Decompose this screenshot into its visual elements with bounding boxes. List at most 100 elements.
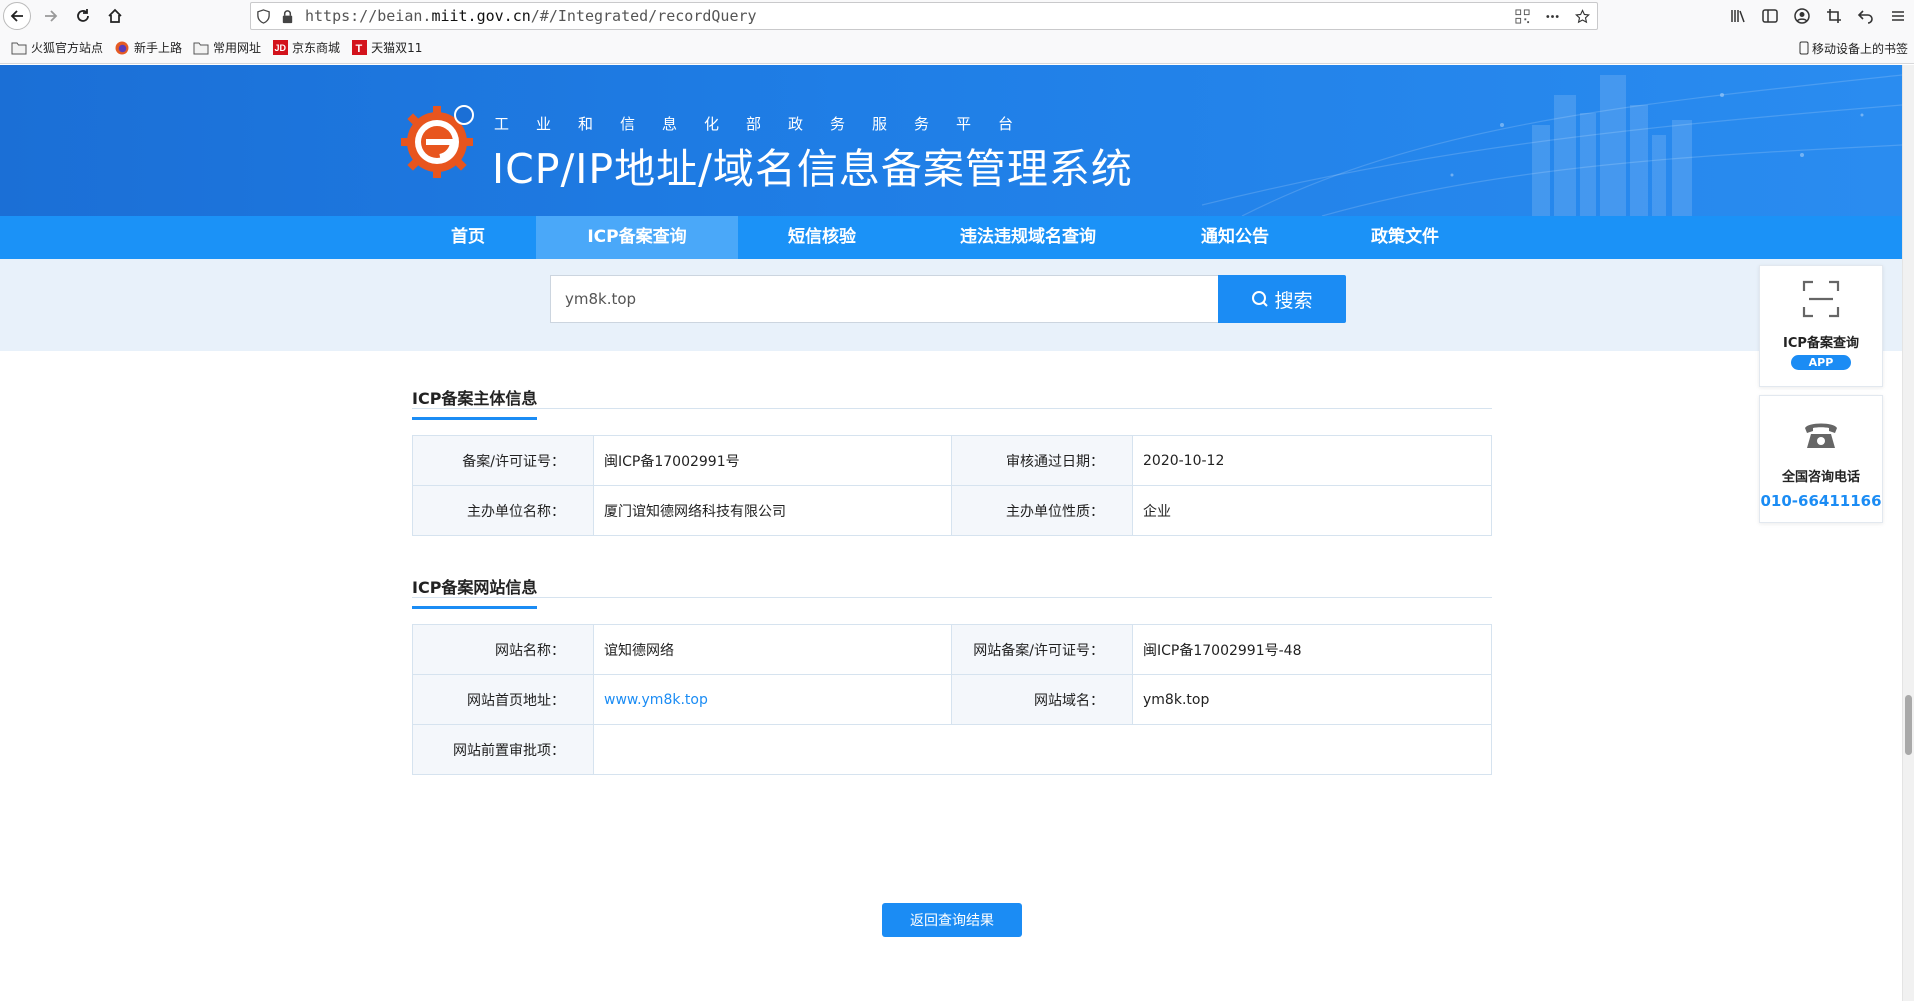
arrow-right-icon <box>45 10 58 22</box>
result-content: ICP备案主体信息 备案/许可证号： 闽ICP备17002991号 审核通过日期… <box>412 351 1492 775</box>
org-name-value: 厦门谊知德网络科技有限公司 <box>593 485 952 536</box>
approval-date-label: 审核通过日期： <box>951 435 1133 486</box>
hotline-number: 010-66411166 <box>1760 492 1882 510</box>
url-text[interactable]: https://beian.miit.gov.cn/#/Integrated/r… <box>305 7 757 25</box>
table-row: 网站首页地址： www.ym8k.top 网站域名： ym8k.top <box>412 674 1492 725</box>
subject-info-table: 备案/许可证号： 闽ICP备17002991号 审核通过日期： 2020-10-… <box>412 435 1492 536</box>
scrollbar-thumb[interactable] <box>1905 695 1912 755</box>
approval-date-value: 2020-10-12 <box>1132 435 1492 486</box>
svg-text:T: T <box>355 43 362 55</box>
back-to-results-button[interactable]: 返回查询结果 <box>882 903 1022 937</box>
app-card-title: ICP备案查询 <box>1783 336 1859 351</box>
library-icon[interactable] <box>1722 0 1754 32</box>
nav-item-illegal-domain[interactable]: 违法违规域名查询 <box>938 216 1118 259</box>
site-name-value: 谊知德网络 <box>593 624 952 675</box>
search-icon <box>1252 291 1269 307</box>
homepage-label: 网站首页地址： <box>412 674 594 725</box>
screenshot-icon[interactable] <box>1818 0 1850 32</box>
url-actions <box>1507 3 1597 29</box>
bookmark-item[interactable]: 新手上路 <box>114 39 182 56</box>
website-info-table: 网站名称： 谊知德网络 网站备案/许可证号： 闽ICP备17002991号-48… <box>412 624 1492 775</box>
search-button-label: 搜索 <box>1274 289 1313 312</box>
mobile-bookmarks[interactable]: 移动设备上的书签 <box>1799 32 1908 64</box>
svg-text:JD: JD <box>274 43 286 53</box>
preapproval-value <box>593 724 1492 775</box>
nav-item-notices[interactable]: 通知公告 <box>1170 216 1300 259</box>
bookmark-item[interactable]: 常用网址 <box>193 39 261 56</box>
license-value: 闽ICP备17002991号 <box>593 435 952 486</box>
bookmark-label: 新手上路 <box>134 41 183 55</box>
undo-icon[interactable] <box>1850 0 1882 32</box>
license-label: 备案/许可证号： <box>412 435 594 486</box>
home-icon <box>108 8 122 23</box>
homepage-value: www.ym8k.top <box>593 674 952 725</box>
more-actions-icon[interactable] <box>1537 3 1567 29</box>
bookmark-item[interactable]: JD 京东商城 <box>272 39 340 56</box>
menu-icon[interactable] <box>1882 0 1914 32</box>
app-badge: APP <box>1790 355 1852 370</box>
website-section-title: ICP备案网站信息 <box>412 574 538 609</box>
page-scrollbar[interactable] <box>1902 65 1914 1001</box>
qr-code-icon[interactable] <box>1507 3 1537 29</box>
bookmark-item[interactable]: 火狐官方站点 <box>11 39 103 56</box>
subject-section-title: ICP备案主体信息 <box>412 385 538 420</box>
nav-item-icp-query[interactable]: ICP备案查询 <box>536 216 738 259</box>
org-nature-value: 企业 <box>1132 485 1492 536</box>
nav-item-sms-verify[interactable]: 短信核验 <box>754 216 890 259</box>
tmall-icon: T <box>351 40 367 56</box>
back-button[interactable] <box>3 2 31 30</box>
bookmark-item[interactable]: T 天猫双11 <box>351 39 422 56</box>
reload-icon <box>77 9 89 22</box>
jd-icon: JD <box>272 40 288 56</box>
table-row: 备案/许可证号： 闽ICP备17002991号 审核通过日期： 2020-10-… <box>412 435 1492 486</box>
homepage-link[interactable]: www.ym8k.top <box>604 692 708 708</box>
lock-icon[interactable] <box>275 3 299 29</box>
browser-toolbar: https://beian.miit.gov.cn/#/Integrated/r… <box>0 0 1914 32</box>
sidebar-icon[interactable] <box>1754 0 1786 32</box>
domain-value: ym8k.top <box>1132 674 1492 725</box>
telephone-icon <box>1805 423 1837 448</box>
org-name-label: 主办单位名称： <box>412 485 594 536</box>
preapproval-label: 网站前置审批项： <box>412 724 594 775</box>
miit-logo-icon <box>401 105 474 178</box>
firefox-icon <box>114 40 130 56</box>
table-row: 网站名称： 谊知德网络 网站备案/许可证号： 闽ICP备17002991号-48 <box>412 624 1492 675</box>
site-license-label: 网站备案/许可证号： <box>951 624 1133 675</box>
bookmark-label: 天猫双11 <box>371 41 423 55</box>
search-band: ym8k.top 搜索 <box>0 259 1902 351</box>
bookmark-star-icon[interactable] <box>1567 3 1597 29</box>
url-domain: miit.gov.cn <box>431 7 531 25</box>
account-icon[interactable] <box>1786 0 1818 32</box>
nav-item-policy[interactable]: 政策文件 <box>1340 216 1470 259</box>
search-button[interactable]: 搜索 <box>1218 275 1346 323</box>
subject-section-header: ICP备案主体信息 <box>412 351 1492 420</box>
url-prefix: https://beian. <box>305 7 432 25</box>
banner-title: ICP/IP地址/域名信息备案管理系统 <box>492 145 1133 193</box>
bookmark-label: 京东商城 <box>292 41 341 55</box>
url-suffix: /#/Integrated/recordQuery <box>530 7 757 25</box>
bookmark-label: 火狐官方站点 <box>31 41 104 55</box>
city-skyline-decoration <box>1202 74 1902 216</box>
scan-qr-icon <box>1802 280 1840 318</box>
hotline-card: 全国咨询电话 010-66411166 <box>1759 395 1883 523</box>
home-button[interactable] <box>99 0 131 32</box>
shield-icon[interactable] <box>251 3 275 29</box>
domain-label: 网站域名： <box>951 674 1133 725</box>
hotline-title: 全国咨询电话 <box>1781 470 1860 485</box>
org-nature-label: 主办单位性质： <box>951 485 1133 536</box>
table-row: 主办单位名称： 厦门谊知德网络科技有限公司 主办单位性质： 企业 <box>412 485 1492 536</box>
banner-subtitle: 工业和信息化部政务服务平台 <box>494 115 1041 133</box>
toolbar-right <box>1722 0 1914 32</box>
search-input[interactable]: ym8k.top <box>550 275 1218 323</box>
app-query-card[interactable]: ICP备案查询 APP <box>1759 265 1883 387</box>
site-banner: 工业和信息化部政务服务平台 ICP/IP地址/域名信息备案管理系统 <box>0 65 1902 216</box>
bookmarks-bar: 火狐官方站点 新手上路 常用网址 JD 京东商城 T 天猫双11 移动设备上的书… <box>0 32 1914 64</box>
url-bar[interactable]: https://beian.miit.gov.cn/#/Integrated/r… <box>250 2 1598 30</box>
reload-button[interactable] <box>67 0 99 32</box>
nav-item-home[interactable]: 首页 <box>416 216 520 259</box>
site-name-label: 网站名称： <box>412 624 594 675</box>
website-section-header: ICP备案网站信息 <box>412 540 1492 609</box>
bookmark-label: 常用网址 <box>213 41 262 55</box>
forward-button[interactable] <box>35 0 67 32</box>
mobile-bookmarks-label: 移动设备上的书签 <box>1811 41 1908 56</box>
